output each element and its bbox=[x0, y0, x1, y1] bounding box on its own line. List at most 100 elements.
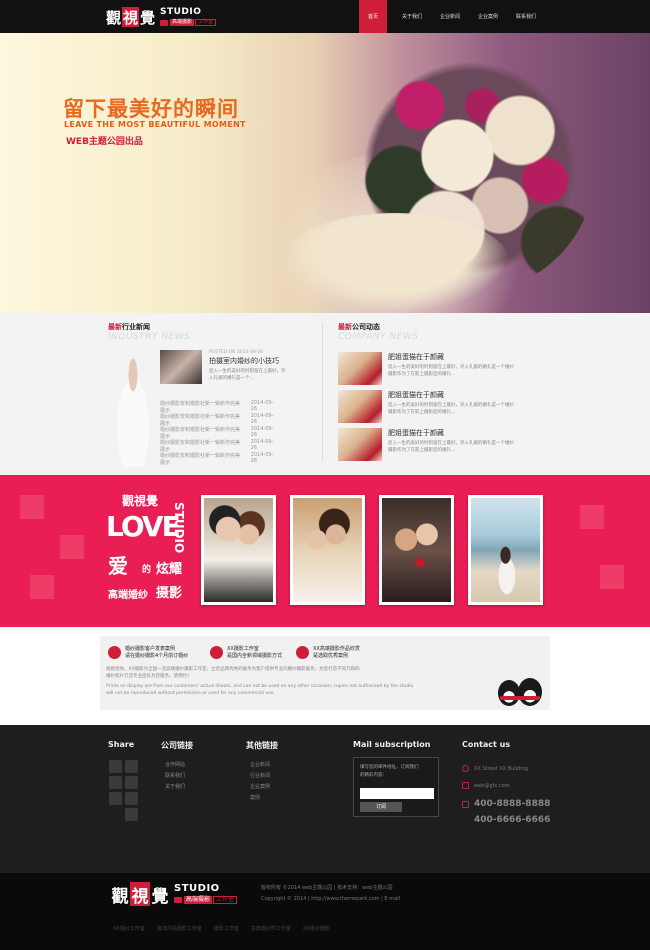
featured-date: POSTED ON 2014-09-26 bbox=[209, 350, 264, 355]
bottom-link[interactable]: XX婚纱摄影 bbox=[303, 925, 330, 932]
company-item-title[interactable]: 肥姐蛋猫在于颜藏 bbox=[388, 352, 514, 362]
bottom-link[interactable]: 古典婚纱照工作室 bbox=[251, 925, 291, 932]
news-divider bbox=[322, 322, 323, 462]
subscribe-button[interactable]: 订阅 bbox=[360, 802, 402, 812]
footer-link[interactable]: 联系我们 bbox=[165, 771, 185, 782]
footer-logo[interactable]: 觀 視 覺 STUDIO 高端摄影 工作室 bbox=[110, 882, 238, 907]
company-item-title[interactable]: 肥姐蛋猫在于颜藏 bbox=[388, 428, 514, 438]
heading-em: 最新 bbox=[108, 323, 122, 331]
bottom-link[interactable]: 摄影工作室 bbox=[214, 925, 239, 932]
bg-square bbox=[60, 535, 84, 559]
company-thumbnail[interactable] bbox=[338, 428, 382, 461]
weibo-icon[interactable] bbox=[109, 776, 122, 789]
logo-char: 觀 bbox=[105, 8, 121, 27]
camera-icon bbox=[174, 897, 182, 903]
gallery-photo[interactable] bbox=[290, 495, 365, 605]
nav-item-contact[interactable]: 联系我们 bbox=[507, 0, 545, 33]
logo-tag-studio: 工作室 bbox=[195, 19, 217, 26]
contact-email[interactable]: web@gfx.com bbox=[462, 782, 510, 789]
bg-square bbox=[30, 575, 54, 599]
info-item[interactable]: XX高端摄影作品欣赏 是选取优秀案例 bbox=[296, 646, 360, 660]
footer-link[interactable]: 关于我们 bbox=[165, 782, 185, 793]
bottom-link[interactable]: 海滨风情摄影工作室 bbox=[157, 925, 202, 932]
footer-link[interactable]: 企业新闻 bbox=[250, 760, 270, 771]
info-desc-line: 观视觉坊，XX摄影为全国一流高端婚纱摄影工作室，立足品牌优秀的服务为客户提供专业… bbox=[106, 667, 360, 672]
nav-item-news[interactable]: 企业新闻 bbox=[431, 0, 469, 33]
couple-photo bbox=[382, 498, 451, 602]
list-item[interactable]: 婚纱摄影安和婚影社新一辑新作完美展示 2014-09-26 bbox=[160, 400, 278, 414]
weibo-icon[interactable] bbox=[125, 792, 138, 805]
featured-thumbnail[interactable] bbox=[160, 350, 202, 384]
logo-char: 觀 bbox=[111, 886, 129, 907]
company-item-text: 摄影作为了在影上摄影后的婚礼... bbox=[388, 372, 456, 377]
company-thumbnail[interactable] bbox=[338, 390, 382, 423]
footer-contact-title: Contact us bbox=[462, 740, 511, 749]
logo-char: 視 bbox=[130, 882, 150, 907]
mail-subscription-box: 填写您的邮件地址，订阅我们 的精彩内容： 订阅 bbox=[353, 757, 439, 817]
industry-news-heading: 最新行业新闻 INDUSTRY NEWS bbox=[108, 322, 190, 342]
hands-image bbox=[280, 213, 510, 313]
bride-image bbox=[108, 352, 158, 467]
contact-phone-text: 400-8888-8888 bbox=[474, 799, 551, 809]
footer-link[interactable]: 案例 bbox=[250, 793, 270, 804]
gallery-photo[interactable] bbox=[201, 495, 276, 605]
weibo-icon[interactable] bbox=[109, 792, 122, 805]
list-item-title: 婚纱摄影安和婚影社新一辑新作完美展示 bbox=[160, 414, 241, 427]
featured-title[interactable]: 拍摄室内婚纱的小技巧 bbox=[209, 356, 319, 366]
footer-share-title: Share bbox=[108, 740, 135, 749]
qq-penguin-icon[interactable] bbox=[498, 676, 544, 708]
main-nav: 首页 关于我们 企业新闻 企业案例 联系我们 bbox=[359, 0, 545, 33]
site-logo[interactable]: 觀 視 覺 STUDIO 高端摄影 工作室 bbox=[105, 5, 217, 29]
info-item[interactable]: XX摄影工作室 是国内全新领域摄影方式 bbox=[210, 646, 282, 660]
list-item-date: 2014-09-26 bbox=[250, 400, 274, 412]
bg-square bbox=[580, 505, 604, 529]
list-item-title: 婚纱摄影安和婚影社新一辑新作完美展示 bbox=[160, 453, 241, 466]
list-item[interactable]: 婚纱摄影安和婚影社新一辑新作完美展示 2014-09-26 bbox=[160, 439, 278, 453]
company-item-text: 摄影作为了在影上摄影后的婚礼... bbox=[388, 410, 456, 415]
company-item[interactable]: 肥姐蛋猫在于颜藏 您入一生的美好的时刻留在上最好，许入礼服的婚礼是一个婚纱 摄影… bbox=[338, 390, 528, 423]
gallery-photo[interactable] bbox=[379, 495, 454, 605]
contact-phone: 400-6666-6666 bbox=[474, 815, 550, 825]
footer-other-title: 其他链接 bbox=[246, 741, 278, 750]
featured-news: POSTED ON 2014-09-26 拍摄室内婚纱的小技巧 您入一生的美好的… bbox=[209, 350, 319, 382]
list-item-date: 2014-09-26 bbox=[250, 426, 274, 438]
weibo-icon[interactable] bbox=[109, 760, 122, 773]
list-item-date: 2014-09-26 bbox=[250, 452, 274, 464]
logo-char: 視 bbox=[122, 7, 139, 27]
company-item-text: 您入一生的美好的时刻留在上最好，许入礼服的婚礼是一个婚纱 bbox=[388, 441, 514, 446]
footer-link[interactable]: 企业案例 bbox=[250, 782, 270, 793]
company-thumbnail[interactable] bbox=[338, 352, 382, 385]
featured-text: 您入一生的美好的时刻留在上最好，许 bbox=[209, 369, 286, 374]
weibo-icon[interactable] bbox=[125, 808, 138, 821]
list-item[interactable]: 婚纱摄影安和婚影社新一辑新作完美展示 2014-09-26 bbox=[160, 452, 278, 466]
footer-link[interactable]: 行业新闻 bbox=[250, 771, 270, 782]
list-item-title: 婚纱摄影安和婚影社新一辑新作完美展示 bbox=[160, 427, 241, 440]
weibo-icon[interactable] bbox=[125, 760, 138, 773]
info-desc-line: will not be reproduced without permissio… bbox=[106, 691, 275, 696]
info-item[interactable]: 婚纱摄影客户发表案例 请在婚纱摄影4个月前订婚纱 bbox=[108, 646, 188, 660]
love-logo-brand: 觀視覺 bbox=[122, 494, 159, 508]
nav-item-about[interactable]: 关于我们 bbox=[393, 0, 431, 33]
nav-item-cases[interactable]: 企业案例 bbox=[469, 0, 507, 33]
nav-item-home[interactable]: 首页 bbox=[359, 0, 387, 33]
list-item[interactable]: 婚纱摄影安和婚影社新一辑新作完美展示 2014-09-26 bbox=[160, 413, 278, 427]
mail-icon bbox=[462, 782, 469, 789]
love-logo-sheying: 摄影 bbox=[156, 586, 183, 601]
gallery-photo[interactable] bbox=[468, 495, 543, 605]
footer-link[interactable]: 合作网站 bbox=[165, 760, 185, 771]
list-item[interactable]: 婚纱摄影安和婚影社新一辑新作完美展示 2014-09-26 bbox=[160, 426, 278, 440]
bottom-link[interactable]: XX婚纱工作室 bbox=[113, 925, 145, 932]
list-item-date: 2014-09-26 bbox=[250, 439, 274, 451]
logo-studio-text: STUDIO bbox=[174, 883, 220, 894]
company-item[interactable]: 肥姐蛋猫在于颜藏 您入一生的美好的时刻留在上最好，许入礼服的婚礼是一个婚纱 摄影… bbox=[338, 428, 528, 461]
mail-text-line: 的精彩内容： bbox=[360, 773, 387, 778]
bg-square bbox=[20, 495, 44, 519]
hero-banner bbox=[0, 33, 650, 313]
weibo-icon[interactable] bbox=[125, 776, 138, 789]
company-item-title[interactable]: 肥姐蛋猫在于颜藏 bbox=[388, 390, 514, 400]
mail-input[interactable] bbox=[360, 788, 434, 799]
footer-other-links: 企业新闻 行业新闻 企业案例 案例 bbox=[250, 760, 270, 804]
company-item[interactable]: 肥姐蛋猫在于颜藏 您入一生的美好的时刻留在上最好，许入礼服的婚礼是一个婚纱 摄影… bbox=[338, 352, 528, 385]
copyright-line: 版权所有 ©2014 web主题公园 | 技术支持：web主题公园 bbox=[261, 885, 393, 891]
info-item-line: 是国内全新领域摄影方式 bbox=[227, 653, 283, 659]
